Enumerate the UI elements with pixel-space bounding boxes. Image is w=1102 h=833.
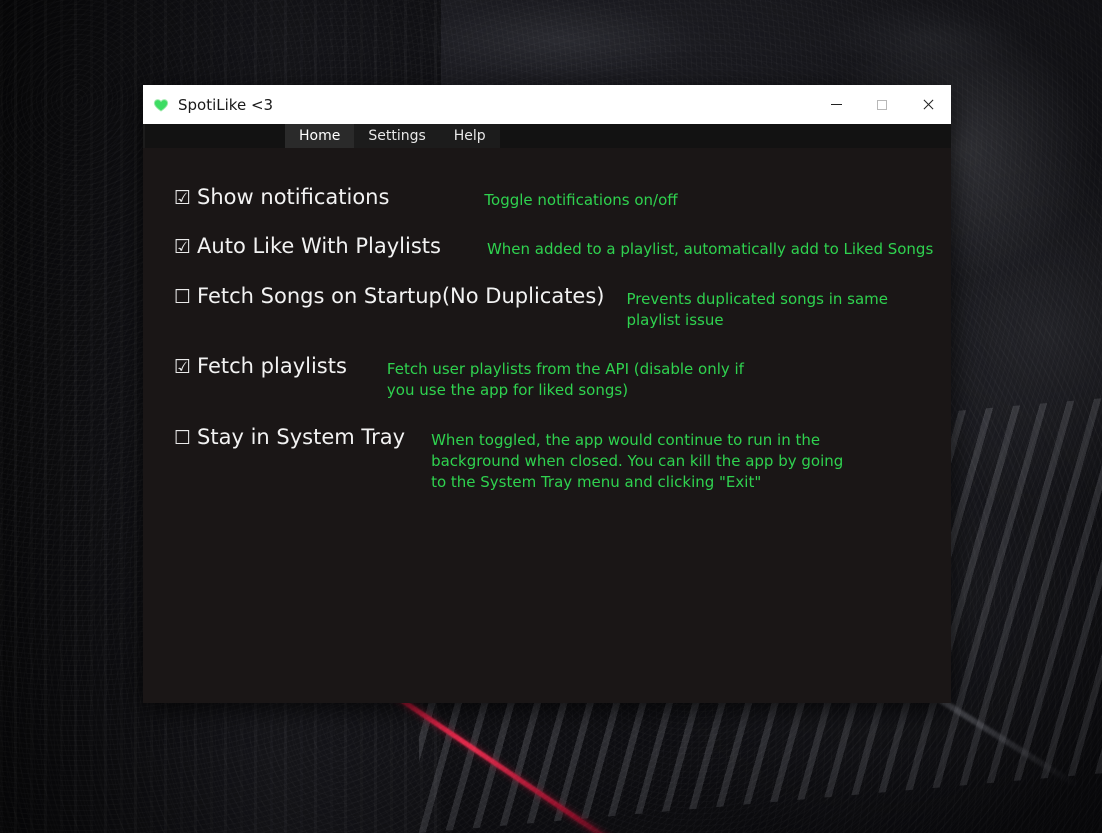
tab-settings[interactable]: Settings bbox=[354, 124, 440, 148]
tab-home[interactable]: Home bbox=[285, 124, 355, 148]
setting-control-fetch-playlists[interactable]: ☑ Fetch playlists bbox=[174, 355, 347, 377]
label-fetch-songs-on-startup: Fetch Songs on Startup(No Duplicates) bbox=[197, 283, 605, 308]
description-auto-like-with-playlists: When added to a playlist, automatically … bbox=[486, 240, 934, 259]
label-show-notifications: Show notifications bbox=[197, 185, 390, 209]
checkbox-show-notifications[interactable]: ☑ bbox=[174, 189, 191, 208]
spotilike-window: SpotiLike <3 Home Settings Help ☑ Show n… bbox=[143, 85, 951, 703]
tab-bar: Home Settings Help bbox=[143, 124, 951, 148]
tab-help[interactable]: Help bbox=[439, 124, 500, 148]
checkbox-fetch-playlists[interactable]: ☑ bbox=[174, 358, 191, 377]
setting-row-fetch-songs-on-startup: ☐ Fetch Songs on Startup(No Duplicates) … bbox=[143, 285, 951, 332]
settings-panel: ☑ Show notifications Toggle notification… bbox=[143, 148, 951, 703]
setting-control-auto-like-with-playlists[interactable]: ☑ Auto Like With Playlists bbox=[174, 235, 441, 257]
checkbox-stay-in-system-tray[interactable]: ☐ bbox=[174, 428, 191, 448]
label-fetch-playlists: Fetch playlists bbox=[197, 354, 347, 379]
description-stay-in-system-tray: When toggled, the app would continue to … bbox=[431, 430, 844, 492]
setting-row-fetch-playlists: ☑ Fetch playlists Fetch user playlists f… bbox=[143, 355, 951, 402]
maximize-button[interactable] bbox=[859, 85, 905, 124]
label-auto-like-with-playlists: Auto Like With Playlists bbox=[197, 234, 441, 259]
setting-control-stay-in-system-tray[interactable]: ☐ Stay in System Tray bbox=[174, 426, 405, 448]
tab-help-label: Help bbox=[453, 128, 486, 144]
setting-row-show-notifications: ☑ Show notifications Toggle notification… bbox=[143, 186, 951, 211]
green-heart-icon bbox=[153, 98, 169, 112]
close-button[interactable] bbox=[905, 85, 951, 124]
description-fetch-playlists: Fetch user playlists from the API (disab… bbox=[386, 360, 744, 400]
setting-control-fetch-songs-on-startup[interactable]: ☐ Fetch Songs on Startup(No Duplicates) bbox=[174, 285, 604, 307]
title-bar[interactable]: SpotiLike <3 bbox=[143, 85, 951, 124]
label-stay-in-system-tray: Stay in System Tray bbox=[197, 424, 406, 449]
minimize-icon bbox=[830, 104, 842, 105]
title-bar-left: SpotiLike <3 bbox=[143, 96, 813, 114]
window-title: SpotiLike <3 bbox=[178, 95, 274, 114]
maximize-icon bbox=[877, 99, 887, 110]
desktop-background: SpotiLike <3 Home Settings Help ☑ Show n… bbox=[0, 0, 1102, 833]
close-icon bbox=[922, 98, 935, 111]
setting-row-stay-in-system-tray: ☐ Stay in System Tray When toggled, the … bbox=[143, 426, 951, 494]
checkbox-auto-like-with-playlists[interactable]: ☑ bbox=[174, 238, 191, 257]
description-fetch-songs-on-startup: Prevents duplicated songs in same playli… bbox=[626, 289, 889, 329]
checkbox-fetch-songs-on-startup[interactable]: ☐ bbox=[174, 287, 191, 307]
tab-settings-label: Settings bbox=[368, 128, 426, 144]
tab-strip-left-pad bbox=[145, 124, 285, 148]
setting-row-auto-like-with-playlists: ☑ Auto Like With Playlists When added to… bbox=[143, 235, 951, 260]
minimize-button[interactable] bbox=[813, 85, 859, 124]
tab-strip-filler bbox=[499, 124, 951, 148]
description-show-notifications: Toggle notifications on/off bbox=[484, 191, 678, 209]
setting-control-show-notifications[interactable]: ☑ Show notifications bbox=[174, 186, 389, 208]
tab-home-label: Home bbox=[299, 128, 341, 144]
